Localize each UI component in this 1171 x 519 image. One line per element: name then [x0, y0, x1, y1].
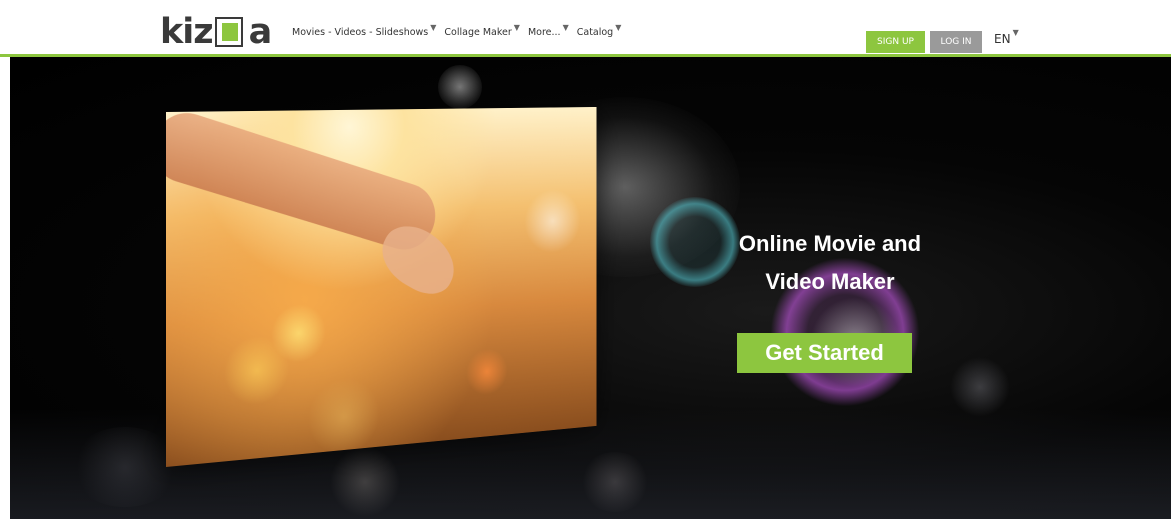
logo-text-kiz: kiz — [160, 12, 214, 52]
chevron-down-icon: ▼ — [430, 23, 437, 32]
nav-more[interactable]: More... ▼ — [527, 23, 569, 39]
bokeh-spot — [524, 188, 581, 255]
bokeh-spot — [223, 333, 290, 408]
nav-movies-videos-slideshows[interactable]: Movies - Videos - Slideshows ▼ — [292, 23, 437, 39]
hero-title: Online Movie and Video Maker — [710, 225, 950, 301]
language-label: EN — [994, 32, 1011, 46]
nav-label: Collage Maker — [444, 27, 512, 38]
kizoa-logo[interactable]: kiz a — [160, 12, 273, 52]
chevron-down-icon: ▼ — [1012, 28, 1019, 37]
logo-text-a: a — [248, 12, 273, 52]
bokeh-light — [950, 357, 1010, 417]
language-selector[interactable]: EN ▼ — [994, 28, 1019, 47]
bokeh-spot — [465, 347, 508, 397]
main-nav: Movies - Videos - Slideshows ▼ Collage M… — [292, 23, 622, 39]
nav-collage-maker[interactable]: Collage Maker ▼ — [444, 23, 520, 39]
hero-photo — [166, 106, 597, 467]
hero-banner: Online Movie and Video Maker Get Started — [10, 57, 1171, 519]
hero-title-line1: Online Movie and — [738, 231, 922, 256]
bokeh-light — [438, 65, 482, 109]
nav-label: Catalog — [576, 27, 614, 38]
site-header: kiz a Movies - Videos - Slideshows ▼ Col… — [0, 8, 1171, 54]
bokeh-spot — [307, 375, 380, 459]
hero-title-line2: Video Maker — [765, 269, 895, 294]
nav-catalog[interactable]: Catalog ▼ — [576, 23, 622, 39]
chevron-down-icon: ▼ — [615, 23, 622, 32]
nav-label: Movies - Videos - Slideshows — [292, 27, 429, 38]
get-started-button[interactable]: Get Started — [737, 333, 912, 373]
chevron-down-icon: ▼ — [562, 23, 569, 32]
login-button[interactable]: LOG IN — [930, 31, 982, 53]
logo-o-mark — [214, 15, 248, 49]
nav-label: More... — [527, 27, 561, 38]
signup-button[interactable]: SIGN UP — [866, 31, 925, 53]
chevron-down-icon: ▼ — [513, 23, 520, 32]
